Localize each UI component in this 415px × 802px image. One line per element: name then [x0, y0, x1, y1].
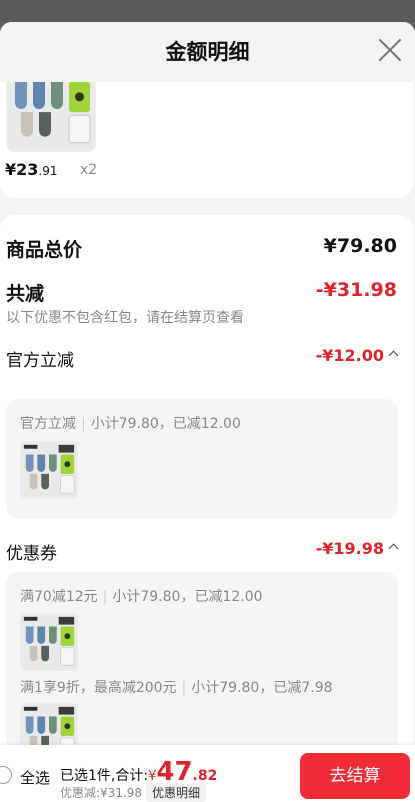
official-discount-detail: 官方立减 | 小计79.80，已减12.00 — [6, 399, 398, 519]
official-discount-value: -¥12.00 — [316, 346, 399, 365]
chevron-up-icon — [388, 350, 399, 361]
discount-row: 共减 -¥31.98 — [6, 279, 397, 306]
official-discount-row[interactable]: 官方立减 -¥12.00 — [6, 346, 399, 371]
product-unit-price: ¥23.91 — [5, 160, 58, 179]
discount-summary: 优惠减:¥31.98 优惠明细 — [60, 783, 207, 802]
coupon-value: -¥19.98 — [316, 539, 399, 558]
total-row: 商品总价 ¥79.80 — [6, 235, 397, 262]
sheet-header: 金额明细 — [0, 22, 415, 82]
price-breakdown-card: 商品总价 ¥79.80 共减 -¥31.98 以下优惠不包含红包，请在结算页查看… — [0, 215, 413, 802]
socks-product-image — [20, 613, 78, 671]
sheet-title: 金额明细 — [165, 40, 250, 64]
select-all-checkbox[interactable] — [0, 766, 12, 784]
coupon-2-text: 满1享9折，最高减200元 | 小计79.80，已减7.98 — [20, 680, 333, 696]
checkout-bar: 全选 已选1件,合计:¥47.82 优惠减:¥31.98 优惠明细 去结算 — [0, 745, 415, 802]
amount-detail-sheet: 金额明细 ¥23.91 x2 商品总价 ¥79.80 共减 -¥31.98 以下… — [0, 22, 415, 802]
discount-label: 共减 — [6, 283, 45, 305]
discount-value: -¥31.98 — [315, 279, 397, 301]
total-value: ¥79.80 — [323, 235, 397, 257]
checkout-button[interactable]: 去结算 — [300, 753, 410, 799]
official-detail-text: 官方立减 | 小计79.80，已减12.00 — [20, 416, 241, 432]
select-all-label[interactable]: 全选 — [20, 767, 50, 788]
official-product-thumb — [20, 441, 78, 499]
total-label: 商品总价 — [6, 239, 83, 261]
page-dim-overlay — [0, 0, 415, 22]
chevron-up-icon — [388, 543, 399, 554]
coupon-label: 优惠券 — [6, 544, 57, 564]
discount-detail-button[interactable]: 优惠明细 — [146, 783, 207, 802]
close-icon[interactable] — [377, 37, 403, 63]
socks-product-image — [20, 441, 78, 499]
official-discount-label: 官方立减 — [6, 351, 74, 371]
discount-note: 以下优惠不包含红包，请在结算页查看 — [6, 310, 244, 326]
coupon-row[interactable]: 优惠券 -¥19.98 — [6, 539, 399, 564]
coupon-1-text: 满70减12元 | 小计79.80，已减12.00 — [20, 589, 263, 605]
product-quantity: x2 — [80, 162, 98, 178]
coupon-1-product-thumb — [20, 613, 78, 671]
